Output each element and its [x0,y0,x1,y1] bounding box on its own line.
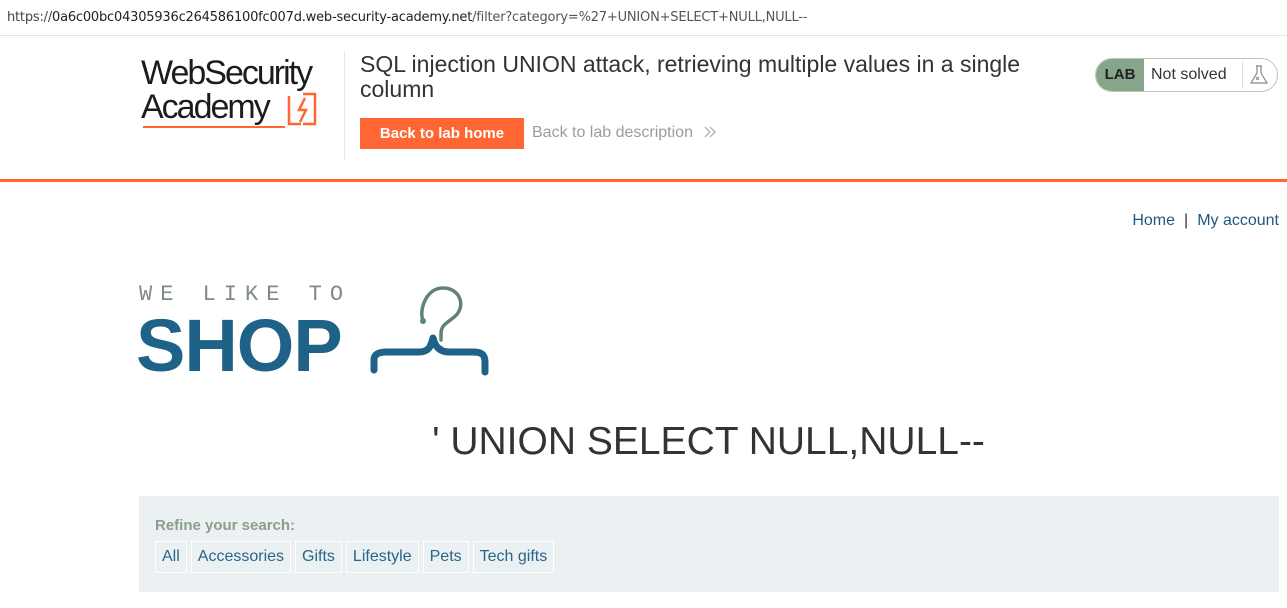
logo-line-2: Academy [141,88,271,126]
filter-list: All Accessories Gifts Lifestyle Pets Tec… [155,541,555,573]
academy-flash-icon [287,92,317,126]
logo-underline [143,126,285,128]
lab-title: SQL injection UNION attack, retrieving m… [360,51,1021,102]
my-account-link[interactable]: My account [1197,212,1279,229]
url-path: /filter?category=%27+UNION+SELECT+NULL,N… [472,10,808,25]
shop-top-nav: Home | My account [1132,212,1279,230]
double-chevron-right-icon [704,126,717,138]
url-text[interactable]: https://0a6c00bc04305936c264586100fc007d… [7,10,807,25]
back-to-lab-home-button[interactable]: Back to lab home [360,118,524,149]
nav-separator: | [1184,212,1189,229]
filter-tech-gifts[interactable]: Tech gifts [472,541,555,573]
home-link[interactable]: Home [1132,212,1175,229]
url-host: 0a6c00bc04305936c264586100fc007d.web-sec… [52,10,473,25]
back-to-lab-description-label: Back to lab description [532,124,693,141]
shop-logo: WE LIKE TO SHOP [136,282,499,386]
header-accent-line [0,179,1287,182]
category-title: ' UNION SELECT NULL,NULL-- [432,420,985,463]
filter-accessories[interactable]: Accessories [190,541,292,573]
refine-search-label: Refine your search: [155,517,296,534]
filter-pets[interactable]: Pets [422,541,469,573]
filter-panel: Refine your search: All Accessories Gift… [139,496,1279,592]
shop-logo-word: SHOP [136,304,343,387]
lab-status-text: Not solved [1151,66,1227,83]
filter-gifts[interactable]: Gifts [295,541,342,573]
filter-lifestyle[interactable]: Lifestyle [345,541,419,573]
logo-line-1: WebSecurity [141,54,313,92]
hanger-icon [370,286,489,376]
web-security-academy-logo[interactable]: WebSecurity Academy [141,56,341,132]
filter-all[interactable]: All [155,541,187,573]
flask-icon [1249,65,1269,84]
lab-status-widget: LAB Not solved [1095,58,1278,92]
header-divider [344,52,345,160]
back-to-lab-description-link[interactable]: Back to lab description [532,124,717,142]
status-separator [1242,61,1243,89]
address-bar[interactable]: https://0a6c00bc04305936c264586100fc007d… [0,0,1287,36]
url-scheme: https:// [7,10,52,25]
lab-status-tag: LAB [1096,59,1144,91]
